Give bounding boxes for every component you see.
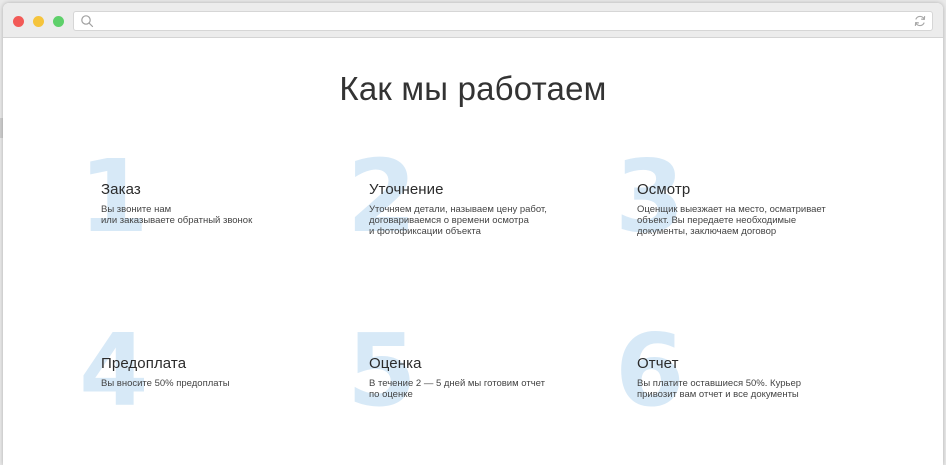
step-title: Осмотр [637, 181, 691, 198]
step-title: Предоплата [101, 355, 187, 372]
step-title: Заказ [101, 181, 141, 198]
step-title: Уточнение [369, 181, 444, 198]
close-window-button[interactable] [13, 16, 24, 27]
minimize-window-button[interactable] [33, 16, 44, 27]
step-valuation: 5 Оценка В течение 2 — 5 дней мы готовим… [347, 321, 629, 445]
step-description: Вы звоните нам или заказываете обратный … [101, 204, 253, 226]
step-inspection: 3 Осмотр Оценщик выезжает на место, осма… [615, 147, 897, 271]
step-title: Оценка [369, 355, 422, 372]
browser-window: Как мы работаем 1 Заказ Вы звоните нам и… [3, 3, 943, 465]
address-bar[interactable] [73, 11, 933, 31]
step-prepayment: 4 Предоплата Вы вносите 50% предоплаты [79, 321, 361, 445]
step-title: Отчет [637, 355, 679, 372]
search-icon [81, 15, 94, 28]
step-description: Уточняем детали, называем цену работ, до… [369, 204, 547, 237]
page-content: Как мы работаем 1 Заказ Вы звоните нам и… [3, 38, 943, 465]
step-description: Оценщик выезжает на место, осматривает о… [637, 204, 826, 237]
step-clarification: 2 Уточнение Уточняем детали, называем це… [347, 147, 629, 271]
page-title: Как мы работаем [339, 70, 607, 107]
step-description: Вы вносите 50% предоплаты [101, 378, 230, 389]
reload-icon[interactable] [913, 14, 927, 28]
step-order: 1 Заказ Вы звоните нам или заказываете о… [79, 147, 361, 271]
maximize-window-button[interactable] [53, 16, 64, 27]
step-description: Вы платите оставшиеся 50%. Курьер привоз… [637, 378, 802, 400]
browser-titlebar [3, 3, 943, 38]
step-report: 6 Отчет Вы платите оставшиеся 50%. Курье… [615, 321, 897, 445]
step-description: В течение 2 — 5 дней мы готовим отчет по… [369, 378, 545, 400]
